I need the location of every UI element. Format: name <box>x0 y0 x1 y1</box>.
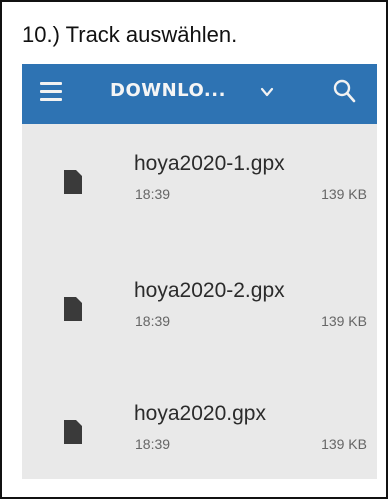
file-time: 18:39 <box>135 436 171 452</box>
file-size: 139 KB <box>321 436 367 452</box>
step-caption: 10.) Track auswählen. <box>22 22 238 47</box>
file-time: 18:39 <box>135 313 171 329</box>
hamburger-menu-icon[interactable] <box>40 82 62 101</box>
file-row[interactable]: hoya2020-2.gpx 18:39 139 KB <box>22 257 377 357</box>
file-name: hoya2020-1.gpx <box>134 152 285 175</box>
chevron-down-icon[interactable] <box>260 85 274 99</box>
file-time: 18:39 <box>135 186 171 202</box>
phone-screen: DOWNLO... hoya2020-1.gpx 18:39 139 KB ho… <box>22 64 377 479</box>
file-icon <box>64 170 82 194</box>
tutorial-frame: 10.) Track auswählen. DOWNLO... hoya2020… <box>0 0 388 499</box>
folder-dropdown-label[interactable]: DOWNLO... <box>110 80 226 101</box>
file-name: hoya2020-2.gpx <box>134 279 285 302</box>
app-bar: DOWNLO... <box>22 64 377 124</box>
file-size: 139 KB <box>321 313 367 329</box>
file-size: 139 KB <box>321 186 367 202</box>
file-row[interactable]: hoya2020-1.gpx 18:39 139 KB <box>22 130 377 230</box>
file-name: hoya2020.gpx <box>134 402 266 425</box>
file-row[interactable]: hoya2020.gpx 18:39 139 KB <box>22 380 377 479</box>
file-icon <box>64 420 82 444</box>
file-icon <box>64 297 82 321</box>
search-icon[interactable] <box>332 78 356 104</box>
